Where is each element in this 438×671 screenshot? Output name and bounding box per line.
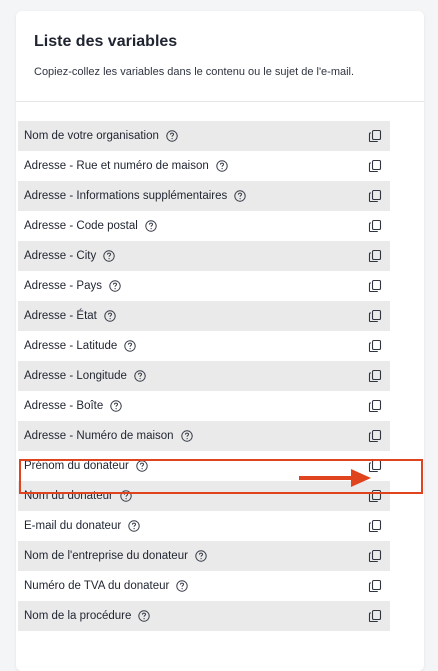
variable-row: E-mail du donateur	[18, 511, 390, 541]
question-circle-icon[interactable]	[138, 610, 151, 622]
variable-row: Adresse - Pays	[18, 271, 390, 301]
variable-label: Adresse - État	[24, 310, 97, 322]
variable-row: Adresse - Numéro de maison	[18, 421, 390, 451]
question-circle-icon[interactable]	[120, 490, 132, 502]
question-circle-icon[interactable]	[195, 550, 207, 562]
variable-row: Numéro de TVA du donateur	[18, 571, 390, 601]
variable-label: Nom de votre organisation	[24, 130, 159, 142]
question-circle-icon[interactable]	[176, 580, 189, 592]
variable-label: Nom de la procédure	[24, 610, 132, 622]
variable-label: Adresse - City	[24, 250, 97, 262]
copy-icon[interactable]	[368, 369, 382, 383]
variable-row: Adresse - City	[18, 241, 390, 271]
variable-label: Adresse - Pays	[24, 280, 102, 292]
copy-icon[interactable]	[368, 549, 382, 563]
question-circle-icon[interactable]	[103, 250, 115, 262]
variable-row: Nom de l'entreprise du donateur	[18, 541, 390, 571]
question-circle-icon[interactable]	[216, 160, 228, 172]
variable-label: E-mail du donateur	[24, 520, 122, 532]
variable-row: Adresse - Informations supplémentaires	[18, 181, 390, 211]
copy-icon[interactable]	[368, 309, 382, 323]
question-circle-icon[interactable]	[110, 400, 122, 412]
copy-icon[interactable]	[368, 129, 382, 143]
question-circle-icon[interactable]	[124, 340, 137, 352]
question-circle-icon[interactable]	[134, 370, 146, 382]
question-circle-icon[interactable]	[104, 310, 116, 322]
variable-label: Adresse - Code postal	[24, 220, 138, 232]
variable-row: Adresse - Longitude	[18, 361, 390, 391]
copy-icon[interactable]	[368, 189, 382, 203]
question-circle-icon[interactable]	[128, 520, 140, 532]
variable-label: Adresse - Informations supplémentaires	[24, 190, 228, 202]
variable-row: Nom de votre organisation	[18, 121, 390, 151]
question-circle-icon[interactable]	[136, 460, 148, 472]
panel-header: Liste des variables Copiez-collez les va…	[16, 11, 424, 102]
copy-icon[interactable]	[368, 399, 382, 413]
copy-icon[interactable]	[368, 219, 382, 233]
copy-icon[interactable]	[368, 339, 382, 353]
variable-label: Adresse - Longitude	[24, 370, 127, 382]
variable-row: Adresse - État	[18, 301, 390, 331]
variable-label: Numéro de TVA du donateur	[24, 580, 170, 592]
question-circle-icon[interactable]	[145, 220, 157, 232]
copy-icon[interactable]	[368, 519, 382, 533]
copy-icon[interactable]	[368, 459, 382, 473]
copy-icon[interactable]	[368, 279, 382, 293]
variable-row: Adresse - Boîte	[18, 391, 390, 421]
copy-icon[interactable]	[368, 609, 382, 623]
copy-icon[interactable]	[368, 489, 382, 503]
panel-subtitle: Copiez-collez les variables dans le cont…	[34, 66, 355, 78]
panel-title: Liste des variables	[34, 33, 178, 50]
question-circle-icon[interactable]	[166, 130, 178, 142]
variable-list: Nom de votre organisation Adresse - Rue e…	[18, 121, 390, 631]
variable-row: Adresse - Rue et numéro de maison	[18, 151, 390, 181]
variable-row: Adresse - Latitude	[18, 331, 390, 361]
question-circle-icon[interactable]	[180, 430, 193, 442]
variable-label: Adresse - Latitude	[24, 340, 118, 352]
question-circle-icon[interactable]	[109, 280, 121, 292]
copy-icon[interactable]	[368, 249, 382, 263]
variable-label: Nom du donateur	[24, 490, 113, 502]
variable-row: Adresse - Code postal	[18, 211, 390, 241]
variable-label: Adresse - Numéro de maison	[24, 430, 174, 442]
variable-row: Nom du donateur	[18, 481, 390, 511]
question-circle-icon[interactable]	[234, 190, 246, 202]
variable-label: Adresse - Rue et numéro de maison	[24, 160, 209, 172]
variable-row: Nom de la procédure	[18, 601, 390, 631]
variable-label: Nom de l'entreprise du donateur	[24, 550, 188, 562]
copy-icon[interactable]	[368, 429, 382, 443]
copy-icon[interactable]	[368, 579, 382, 593]
variable-label: Adresse - Boîte	[24, 400, 104, 412]
variable-label: Prénom du donateur	[24, 460, 129, 472]
copy-icon[interactable]	[368, 159, 382, 173]
variable-row: Prénom du donateur	[18, 451, 390, 481]
